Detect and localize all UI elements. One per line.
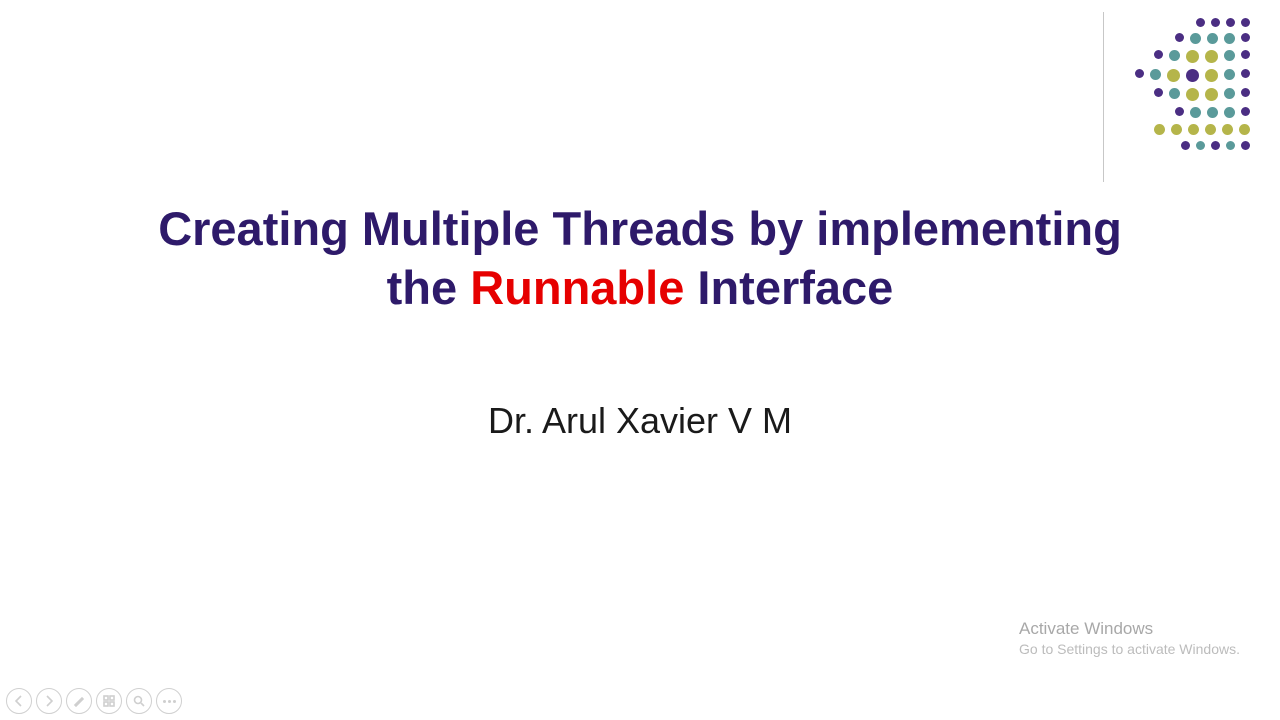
chevron-left-icon xyxy=(13,695,25,707)
slideshow-toolbar xyxy=(6,688,182,714)
pen-icon xyxy=(73,695,85,707)
watermark-line1: Activate Windows xyxy=(1019,617,1240,641)
title-line2-post: Interface xyxy=(684,261,893,314)
grid-icon xyxy=(103,695,115,707)
pen-tool-button[interactable] xyxy=(66,688,92,714)
title-line2-pre: the xyxy=(387,261,471,314)
prev-slide-button[interactable] xyxy=(6,688,32,714)
watermark-line2: Go to Settings to activate Windows. xyxy=(1019,640,1240,660)
zoom-button[interactable] xyxy=(126,688,152,714)
title-line1: Creating Multiple Threads by implementin… xyxy=(158,202,1122,255)
slide-title: Creating Multiple Threads by implementin… xyxy=(60,200,1220,318)
header-divider xyxy=(1103,12,1104,182)
chevron-right-icon xyxy=(43,695,55,707)
magnifier-icon xyxy=(133,695,145,707)
slide-author: Dr. Arul Xavier V M xyxy=(60,400,1220,442)
next-slide-button[interactable] xyxy=(36,688,62,714)
more-options-button[interactable] xyxy=(156,688,182,714)
windows-activation-watermark: Activate Windows Go to Settings to activ… xyxy=(1019,617,1240,660)
title-highlight-word: Runnable xyxy=(470,261,684,314)
decorative-dot-grid xyxy=(1135,18,1250,150)
see-all-slides-button[interactable] xyxy=(96,688,122,714)
